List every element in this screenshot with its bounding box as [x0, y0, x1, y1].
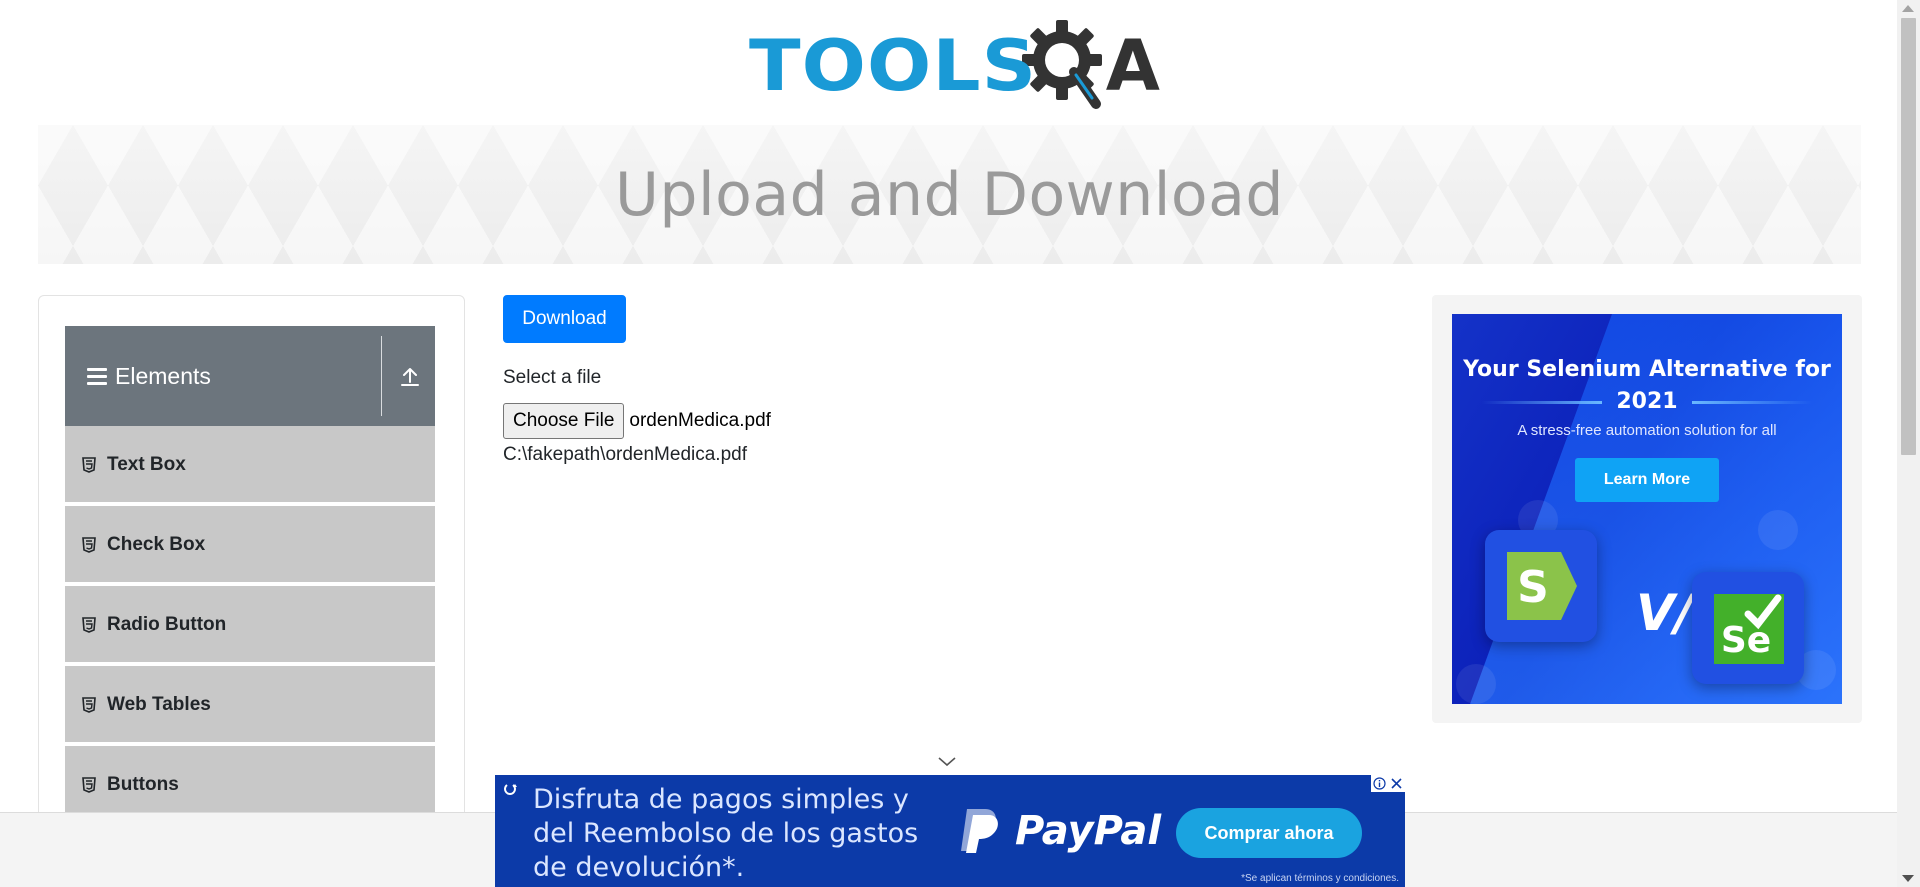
html5-icon [82, 457, 96, 473]
svg-text:Se: Se [1721, 620, 1771, 661]
paypal-brand: PayPal [1015, 808, 1162, 854]
hamburger-icon [87, 368, 107, 386]
page-title: Upload and Download [614, 159, 1284, 230]
logo-text-tools: TOOLS [749, 25, 1038, 107]
paypal-logo: PayPal [957, 807, 1161, 855]
scroll-up-arrow-icon[interactable] [1902, 5, 1914, 12]
html5-icon [82, 777, 96, 793]
page-scrollbar[interactable] [1897, 0, 1920, 887]
html5-icon [82, 537, 96, 553]
file-upload-input[interactable]: Choose File ordenMedica.pdf [503, 403, 771, 439]
katalon-logo-card: S [1485, 530, 1597, 642]
ad-close-icon[interactable] [1388, 775, 1405, 792]
logo-text-a: A [1105, 25, 1160, 107]
scrollbar-thumb[interactable] [1901, 18, 1916, 455]
page: TOOLS A Upload and Download Elements Tex… [0, 0, 1920, 887]
download-button[interactable]: Download [503, 295, 626, 343]
ad-subtitle: A stress-free automation solution for al… [1517, 422, 1777, 439]
selected-file-name: ordenMedica.pdf [629, 410, 771, 431]
sidebar: Elements Text Box Check Box Radio Button… [38, 295, 465, 887]
group-header-divider [381, 336, 382, 416]
paypal-advertisement[interactable]: Disfruta de pagos simples y del Reembols… [495, 775, 1405, 887]
scroll-down-arrow-icon[interactable] [1902, 875, 1914, 882]
comprar-ahora-button[interactable]: Comprar ahora [1176, 808, 1362, 858]
katalon-logo-icon: S [1507, 552, 1577, 620]
sidebar-group-elements[interactable]: Elements [65, 326, 435, 426]
side-advertisement: Your Selenium Alternative for 2021 A str… [1432, 295, 1862, 723]
html5-icon [82, 697, 96, 713]
sidebar-item-label: Check Box [107, 534, 206, 555]
browser-icon [1456, 664, 1496, 704]
sidebar-item-web-tables[interactable]: Web Tables [65, 666, 435, 744]
select-file-label: Select a file [503, 367, 602, 388]
sidebar-group-label: Elements [115, 363, 211, 389]
learn-more-button[interactable]: Learn More [1575, 458, 1719, 502]
sidebar-item-label: Text Box [107, 454, 186, 475]
upload-arrow-icon[interactable] [398, 364, 422, 388]
selenium-logo-card: Se [1692, 572, 1804, 684]
sidebar-item-label: Radio Button [107, 614, 227, 635]
code-icon [1758, 510, 1798, 550]
adchoices-icon[interactable] [503, 783, 521, 797]
sidebar-item-check-box[interactable]: Check Box [65, 506, 435, 584]
sidebar-item-text-box[interactable]: Text Box [65, 426, 435, 504]
uploaded-file-path: C:\fakepath\ordenMedica.pdf [503, 444, 747, 465]
side-ad-banner[interactable]: Your Selenium Alternative for 2021 A str… [1452, 314, 1842, 704]
selenium-logo-icon: Se [1714, 594, 1784, 664]
sidebar-item-label: Buttons [107, 774, 179, 795]
chevron-down-icon[interactable] [937, 756, 957, 768]
ad-info-icon[interactable] [1371, 775, 1388, 792]
sidebar-item-label: Web Tables [107, 694, 211, 715]
sidebar-item-radio-button[interactable]: Radio Button [65, 586, 435, 664]
paypal-fine-print: *Se aplican términos y condiciones. [1241, 873, 1399, 884]
page-banner: Upload and Download [38, 125, 1861, 264]
html5-icon [82, 617, 96, 633]
paypal-p-icon [961, 809, 998, 853]
ad-title: Your Selenium Alternative for 2021 [1463, 357, 1831, 414]
paypal-ad-text: Disfruta de pagos simples y del Reembols… [533, 784, 919, 883]
svg-text:S: S [1517, 562, 1549, 613]
choose-file-button[interactable]: Choose File [503, 403, 625, 439]
toolsqa-logo[interactable]: TOOLS A [749, 18, 1160, 114]
